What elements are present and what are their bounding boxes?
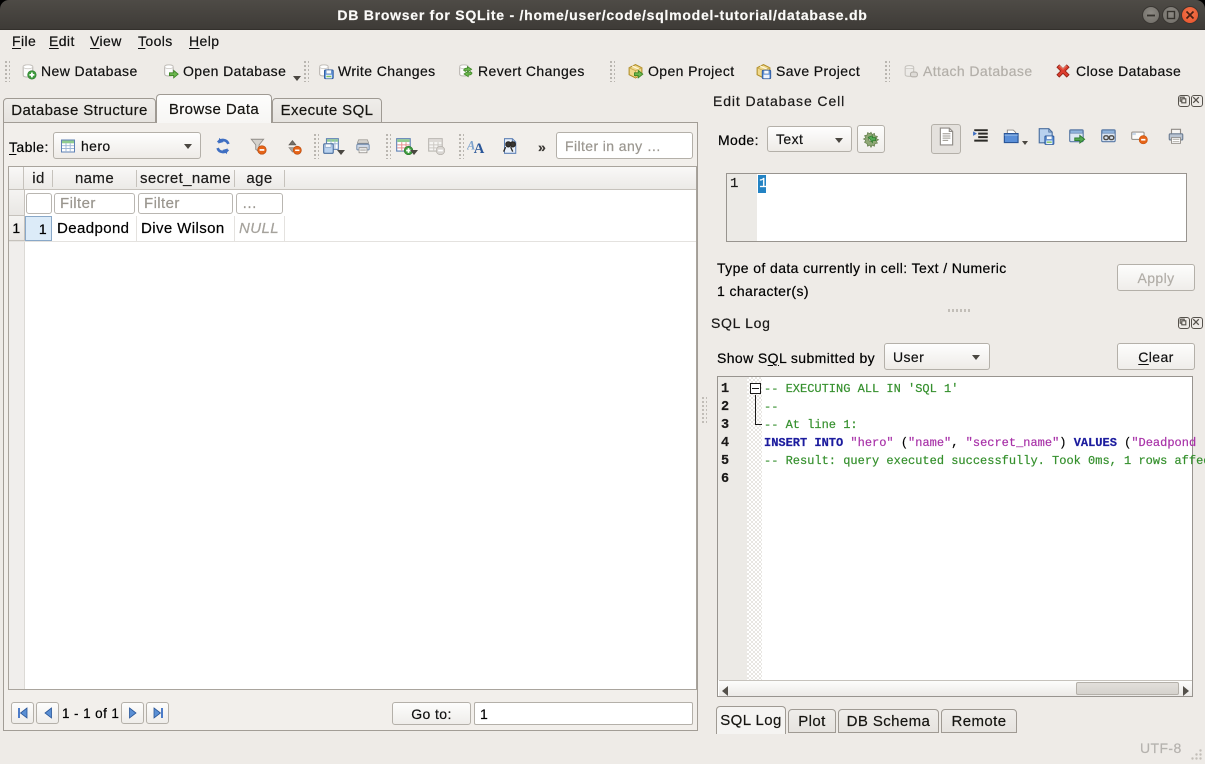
svg-text:A: A — [474, 141, 485, 155]
